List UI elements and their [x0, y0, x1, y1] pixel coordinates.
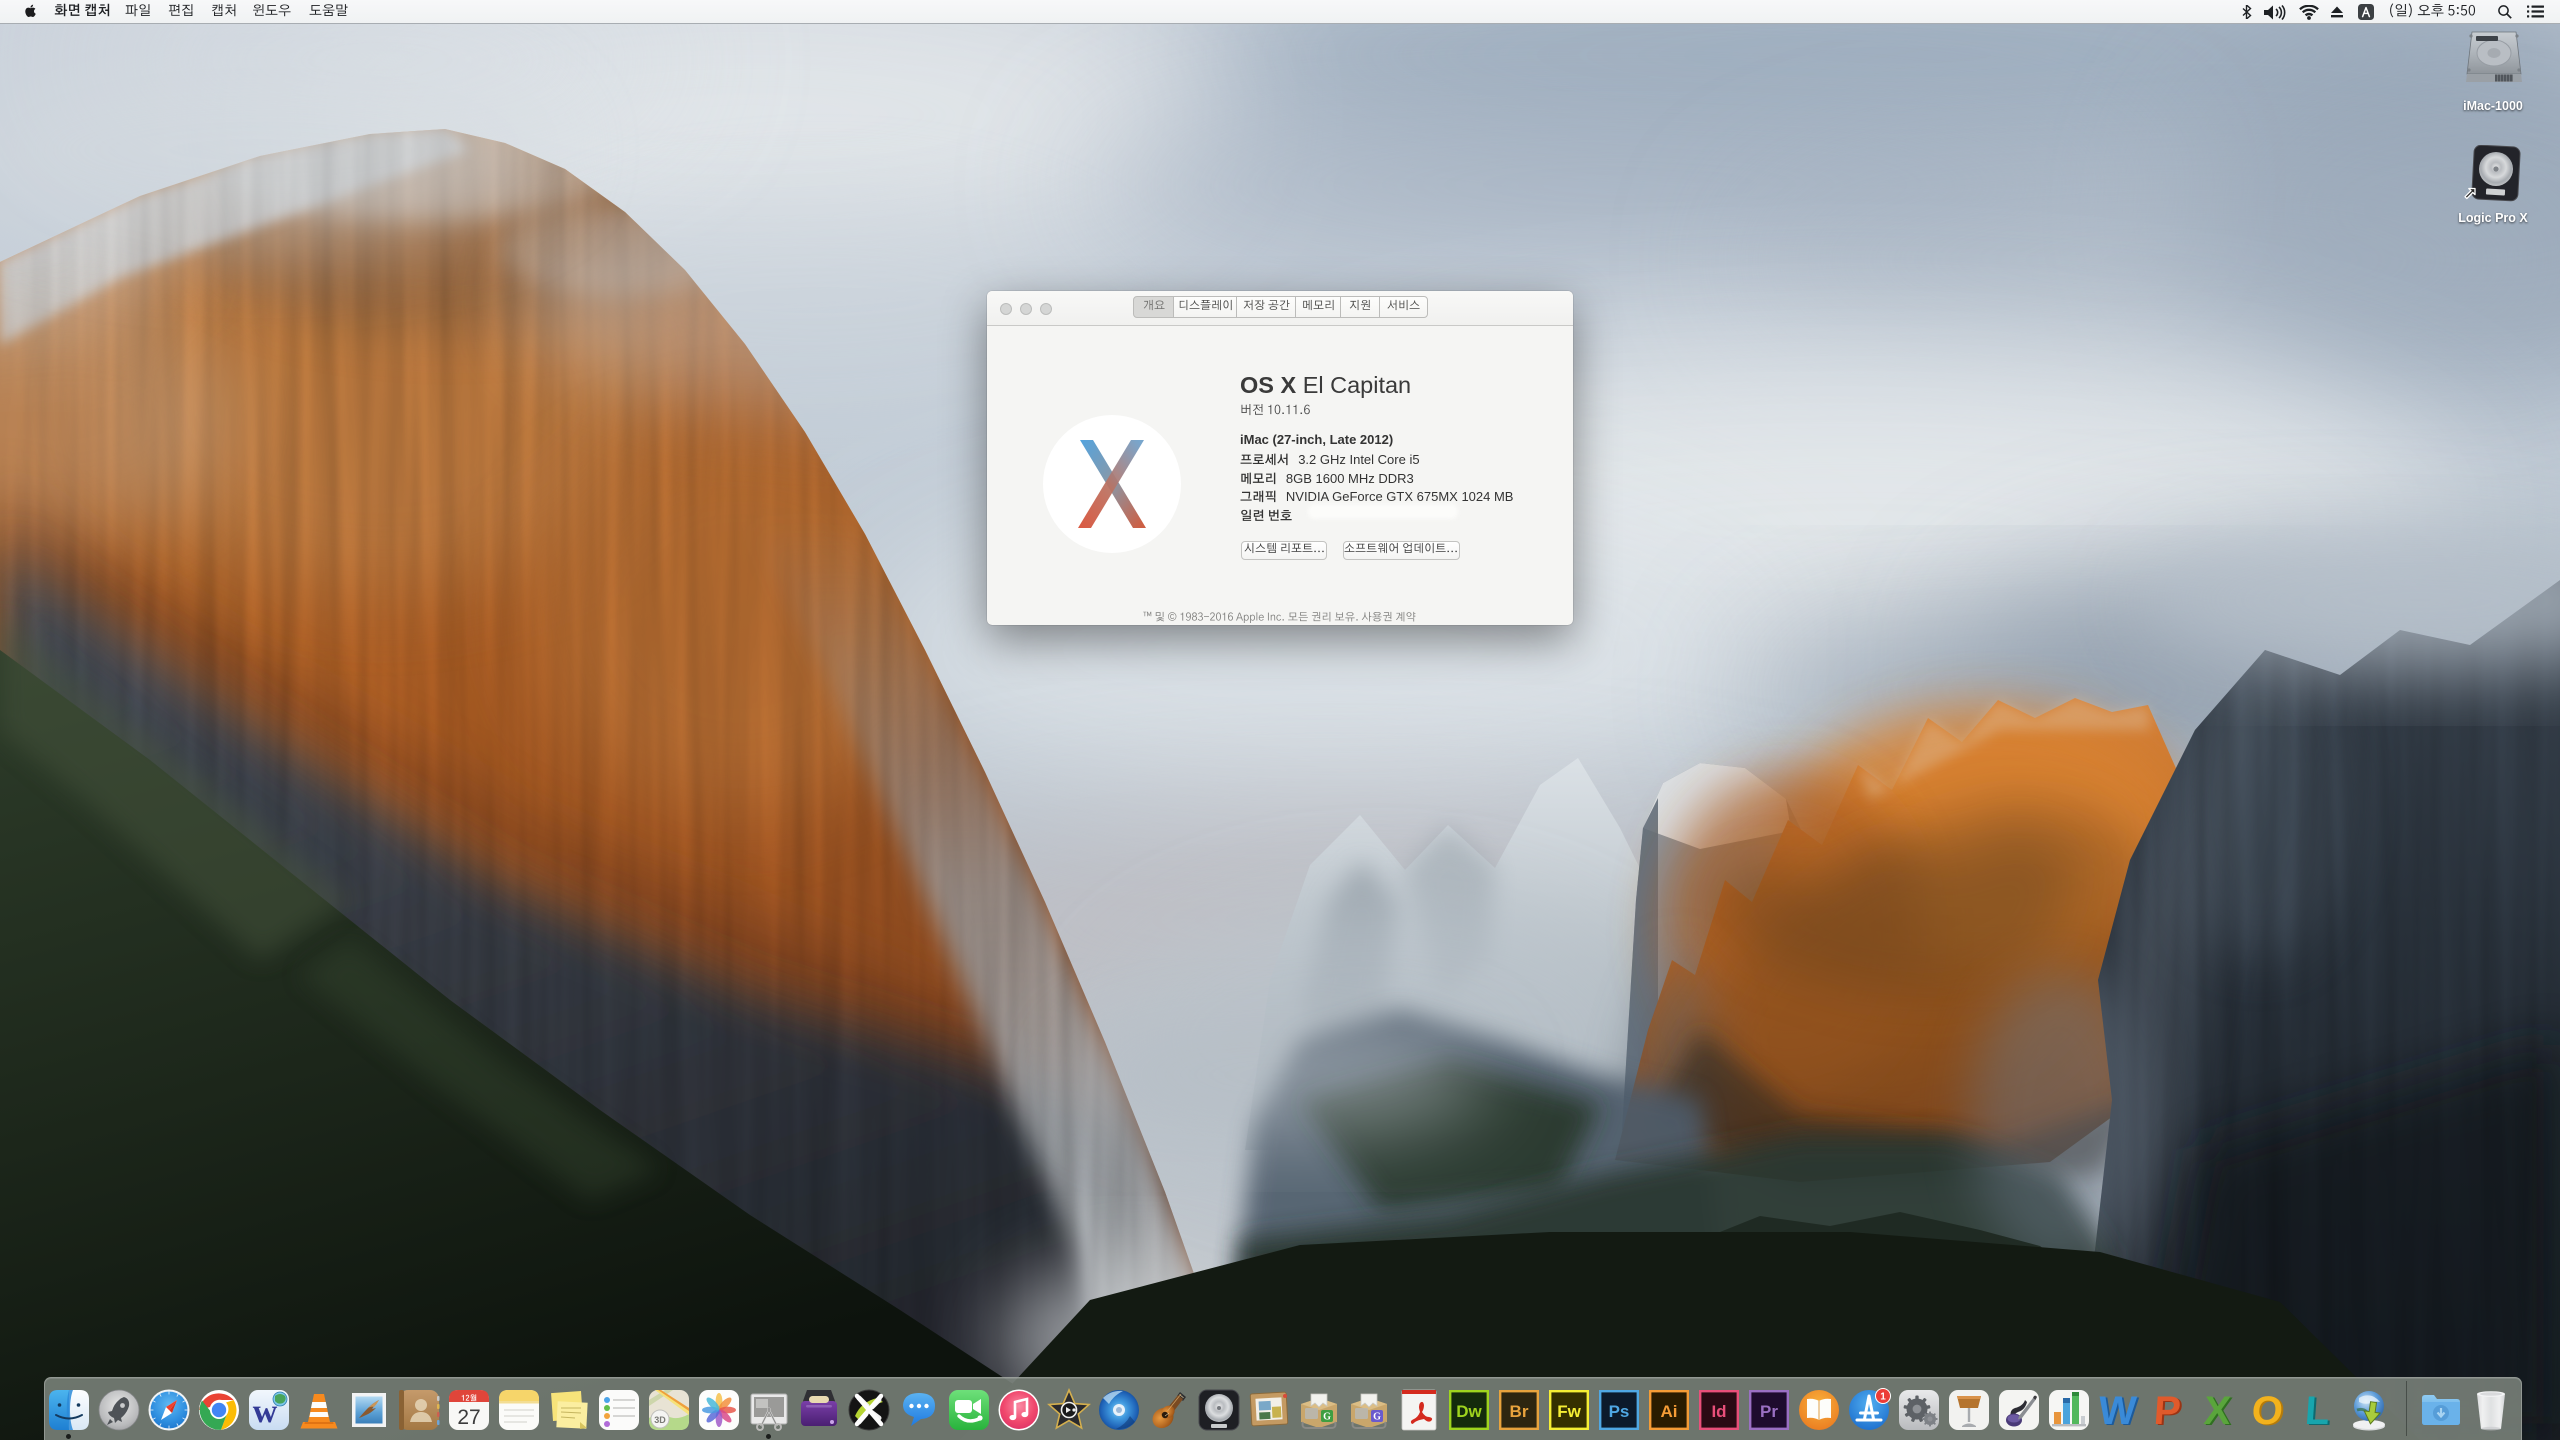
svg-text:Ps: Ps — [1609, 1402, 1630, 1421]
svg-text:Pr: Pr — [1760, 1402, 1778, 1421]
svg-text:X: X — [2203, 1389, 2233, 1432]
svg-text:G: G — [1323, 1412, 1331, 1423]
svg-text:Id: Id — [1711, 1402, 1726, 1421]
svg-text:Dw: Dw — [1456, 1402, 1482, 1421]
svg-text:27: 27 — [457, 1406, 480, 1429]
svg-text:O: O — [2250, 1389, 2284, 1432]
svg-text:G: G — [1373, 1412, 1381, 1423]
svg-text:L: L — [2304, 1389, 2331, 1432]
svg-text:Br: Br — [1510, 1402, 1529, 1421]
svg-text:1: 1 — [1880, 1392, 1886, 1403]
svg-text:P: P — [2153, 1389, 2183, 1432]
svg-text:Fw: Fw — [1557, 1402, 1581, 1421]
svg-text:Ai: Ai — [1661, 1402, 1678, 1421]
svg-text:W: W — [2097, 1389, 2138, 1432]
svg-text:3D: 3D — [654, 1415, 666, 1425]
